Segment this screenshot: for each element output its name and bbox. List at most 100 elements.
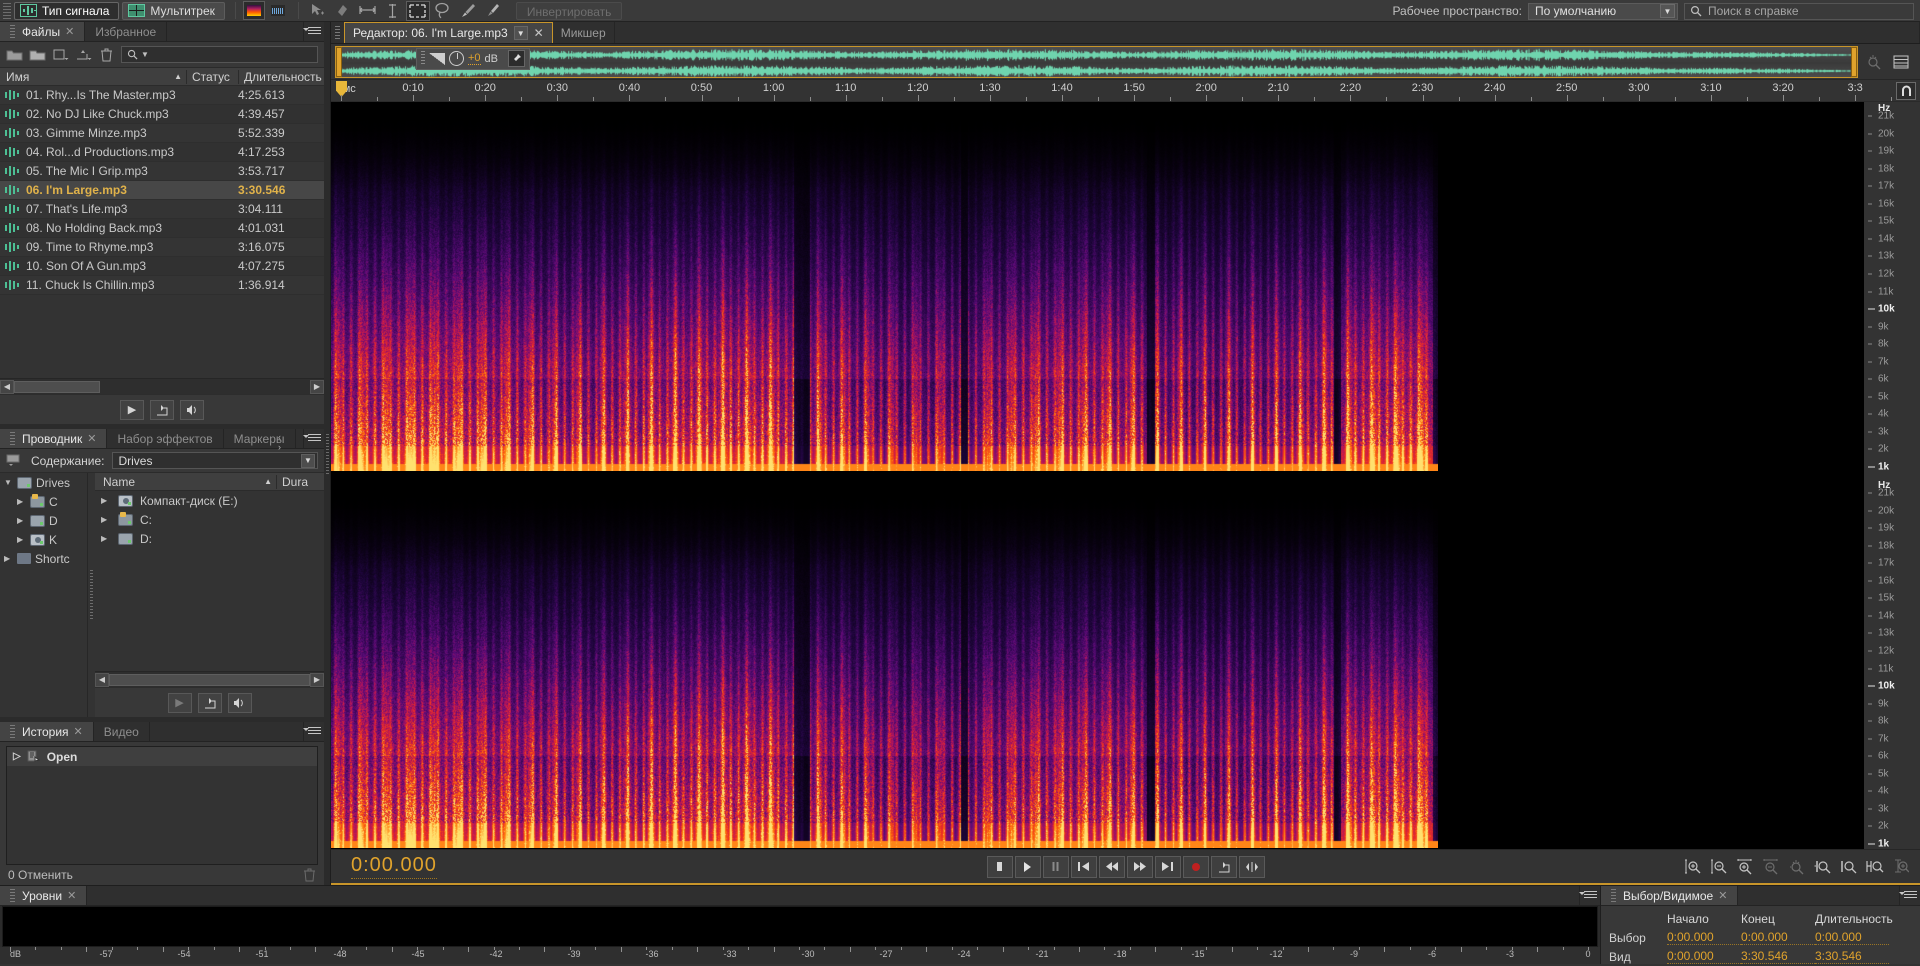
files-search-input[interactable]: ▼ xyxy=(121,46,318,63)
table-row[interactable]: 11. Chuck Is Chillin.mp3 1:36.914 xyxy=(0,276,324,295)
navigator-handle-right[interactable] xyxy=(1851,46,1857,77)
zoom-in-time-icon[interactable] xyxy=(1735,857,1754,876)
view-options-icon[interactable] xyxy=(6,452,23,469)
close-icon[interactable]: ✕ xyxy=(65,25,74,38)
selection-start-value[interactable]: 0:00.000 xyxy=(1667,930,1741,945)
selection-duration-value[interactable]: 0:00.000 xyxy=(1815,930,1889,945)
close-icon[interactable]: ✕ xyxy=(87,432,96,445)
table-row[interactable]: 03. Gimme Minze.mp3 5:52.339 xyxy=(0,124,324,143)
import-file-icon[interactable] xyxy=(75,46,92,63)
tab-effects-rack[interactable]: Набор эффектов xyxy=(107,429,224,448)
tab-explorer[interactable]: Проводник ✕ xyxy=(0,429,108,448)
paintbrush-selection-tool[interactable] xyxy=(456,1,480,21)
scrollbar-thumb[interactable] xyxy=(14,380,100,393)
timeline-ruler[interactable]: чмс 0:100:200:300:400:501:001:101:201:30… xyxy=(331,80,1920,102)
triangle-right-icon[interactable]: ▶ xyxy=(17,497,26,506)
move-tool[interactable] xyxy=(306,1,330,21)
table-row[interactable]: 05. The Mic I Grip.mp3 3:53.717 xyxy=(0,162,324,181)
play-button[interactable]: ▶ xyxy=(120,399,144,420)
tab-editor[interactable]: Редактор: 06. I'm Large.mp3 ▼ ✕ xyxy=(344,22,553,43)
scroll-right-icon[interactable]: ▶ xyxy=(310,672,324,687)
zoom-to-selection-in-icon[interactable] xyxy=(1813,857,1832,876)
files-panel-menu-button[interactable] xyxy=(302,22,324,41)
list-item[interactable]: ▶ D: xyxy=(95,529,324,548)
content-select[interactable]: Drives ▼ xyxy=(112,452,318,469)
play-button[interactable] xyxy=(1014,855,1041,878)
column-header-duration[interactable]: Длительность xyxy=(238,69,324,84)
tree-item[interactable]: ▶ K xyxy=(0,530,87,549)
files-list[interactable]: 01. Rhy...Is The Master.mp3 4:25.613 02. N… xyxy=(0,86,324,378)
view-duration-value[interactable]: 3:30.546 xyxy=(1815,949,1889,964)
tab-overflow-icon[interactable]: ‹ › xyxy=(278,432,281,452)
scroll-left-icon[interactable]: ◀ xyxy=(95,672,109,687)
skip-to-start-button[interactable] xyxy=(1070,855,1097,878)
tab-selection-view[interactable]: Выбор/Видимое ✕ xyxy=(1601,886,1739,905)
close-icon[interactable]: ✕ xyxy=(67,889,76,902)
spectral-channel-right[interactable] xyxy=(331,479,1438,848)
navigator-menu-icon[interactable] xyxy=(1891,52,1910,71)
lasso-selection-tool[interactable] xyxy=(431,1,455,21)
pause-button[interactable] xyxy=(1042,855,1069,878)
pin-icon[interactable] xyxy=(508,50,526,67)
amplitude-value[interactable]: +0 xyxy=(468,52,481,65)
explorer-insert-button[interactable] xyxy=(197,692,222,713)
zoom-to-selection-out-icon[interactable] xyxy=(1839,857,1858,876)
scroll-left-icon[interactable]: ◀ xyxy=(0,379,14,394)
triangle-right-icon[interactable]: ▶ xyxy=(4,554,13,563)
zoom-reset-icon[interactable] xyxy=(1864,52,1883,71)
slip-tool[interactable] xyxy=(331,1,355,21)
triangle-right-icon[interactable]: ▶ xyxy=(17,535,26,544)
rewind-button[interactable] xyxy=(1098,855,1125,878)
stop-button[interactable] xyxy=(986,855,1013,878)
table-row[interactable]: 04. Rol...d Productions.mp3 4:17.253 xyxy=(0,143,324,162)
list-item[interactable]: ▶ C: xyxy=(95,510,324,529)
table-row[interactable]: 02. No DJ Like Chuck.mp3 4:39.457 xyxy=(0,105,324,124)
column-header-explorer-duration[interactable]: Dura xyxy=(276,474,324,489)
column-header-explorer-name[interactable]: Name ▲ xyxy=(95,475,276,489)
history-panel-menu-button[interactable] xyxy=(302,722,324,741)
explorer-horizontal-scrollbar[interactable]: ◀ ▶ xyxy=(95,671,324,687)
shuttle-button[interactable] xyxy=(1238,855,1265,878)
delete-icon[interactable] xyxy=(98,46,115,63)
triangle-right-icon[interactable]: ▶ xyxy=(17,516,26,525)
invert-selection-button[interactable]: Инвертировать xyxy=(515,1,623,20)
close-icon[interactable]: ✕ xyxy=(1718,889,1727,902)
auto-play-button[interactable] xyxy=(180,399,204,420)
tab-video[interactable]: Видео xyxy=(93,722,150,741)
list-item[interactable]: ▶ Компакт-диск (E:) xyxy=(95,491,324,510)
amplitude-knob[interactable] xyxy=(449,51,464,66)
clear-history-icon[interactable] xyxy=(303,868,316,882)
spectral-frequency-view-button[interactable] xyxy=(242,1,265,20)
triangle-right-icon[interactable]: ▶ xyxy=(101,534,110,543)
selection-panel-menu-button[interactable] xyxy=(1898,886,1920,905)
explorer-splitter[interactable] xyxy=(88,473,95,717)
editor-tab-grip-icon[interactable] xyxy=(335,26,340,39)
files-horizontal-scrollbar[interactable]: ◀ ▶ xyxy=(0,378,324,394)
triangle-right-icon[interactable]: ▶ xyxy=(101,515,110,524)
selection-end-value[interactable]: 0:00.000 xyxy=(1741,930,1815,945)
tab-favorites[interactable]: Избранное xyxy=(85,22,168,41)
record-button[interactable] xyxy=(1182,855,1209,878)
column-header-name[interactable]: Имя ▲ xyxy=(0,70,186,84)
triangle-right-icon[interactable]: ▶ xyxy=(101,496,110,505)
zoom-in-amplitude-icon[interactable] xyxy=(1683,857,1702,876)
navigator-waveform[interactable]: +0 dB xyxy=(335,45,1858,78)
timecode-display[interactable]: 0:00.000 xyxy=(351,854,437,879)
tree-item[interactable]: ▶ D xyxy=(0,511,87,530)
zoom-vertical-icon[interactable] xyxy=(1891,857,1910,876)
explorer-tree[interactable]: ▼ Drives ▶ C ▶ D ▶ K ▶ Shortc xyxy=(0,473,88,717)
tab-files[interactable]: Файлы ✕ xyxy=(0,22,86,41)
tab-markers[interactable]: Маркеры xyxy=(223,429,296,448)
table-row[interactable]: 07. That's Life.mp3 3:04.111 xyxy=(0,200,324,219)
spot-healing-brush-tool[interactable] xyxy=(481,1,505,21)
spectral-canvas-container[interactable] xyxy=(331,102,1864,849)
column-header-status[interactable]: Статус xyxy=(186,69,238,84)
amplitude-control[interactable]: +0 dB xyxy=(416,47,531,70)
table-row[interactable]: 10. Son Of A Gun.mp3 4:07.275 xyxy=(0,257,324,276)
fast-forward-button[interactable] xyxy=(1126,855,1153,878)
history-item[interactable]: ▷ Open xyxy=(7,747,317,766)
snap-toggle-button[interactable] xyxy=(1896,82,1916,100)
table-row[interactable]: 01. Rhy...Is The Master.mp3 4:25.613 xyxy=(0,86,324,105)
razor-tool[interactable] xyxy=(381,1,405,21)
view-end-value[interactable]: 3:30.546 xyxy=(1741,949,1815,964)
